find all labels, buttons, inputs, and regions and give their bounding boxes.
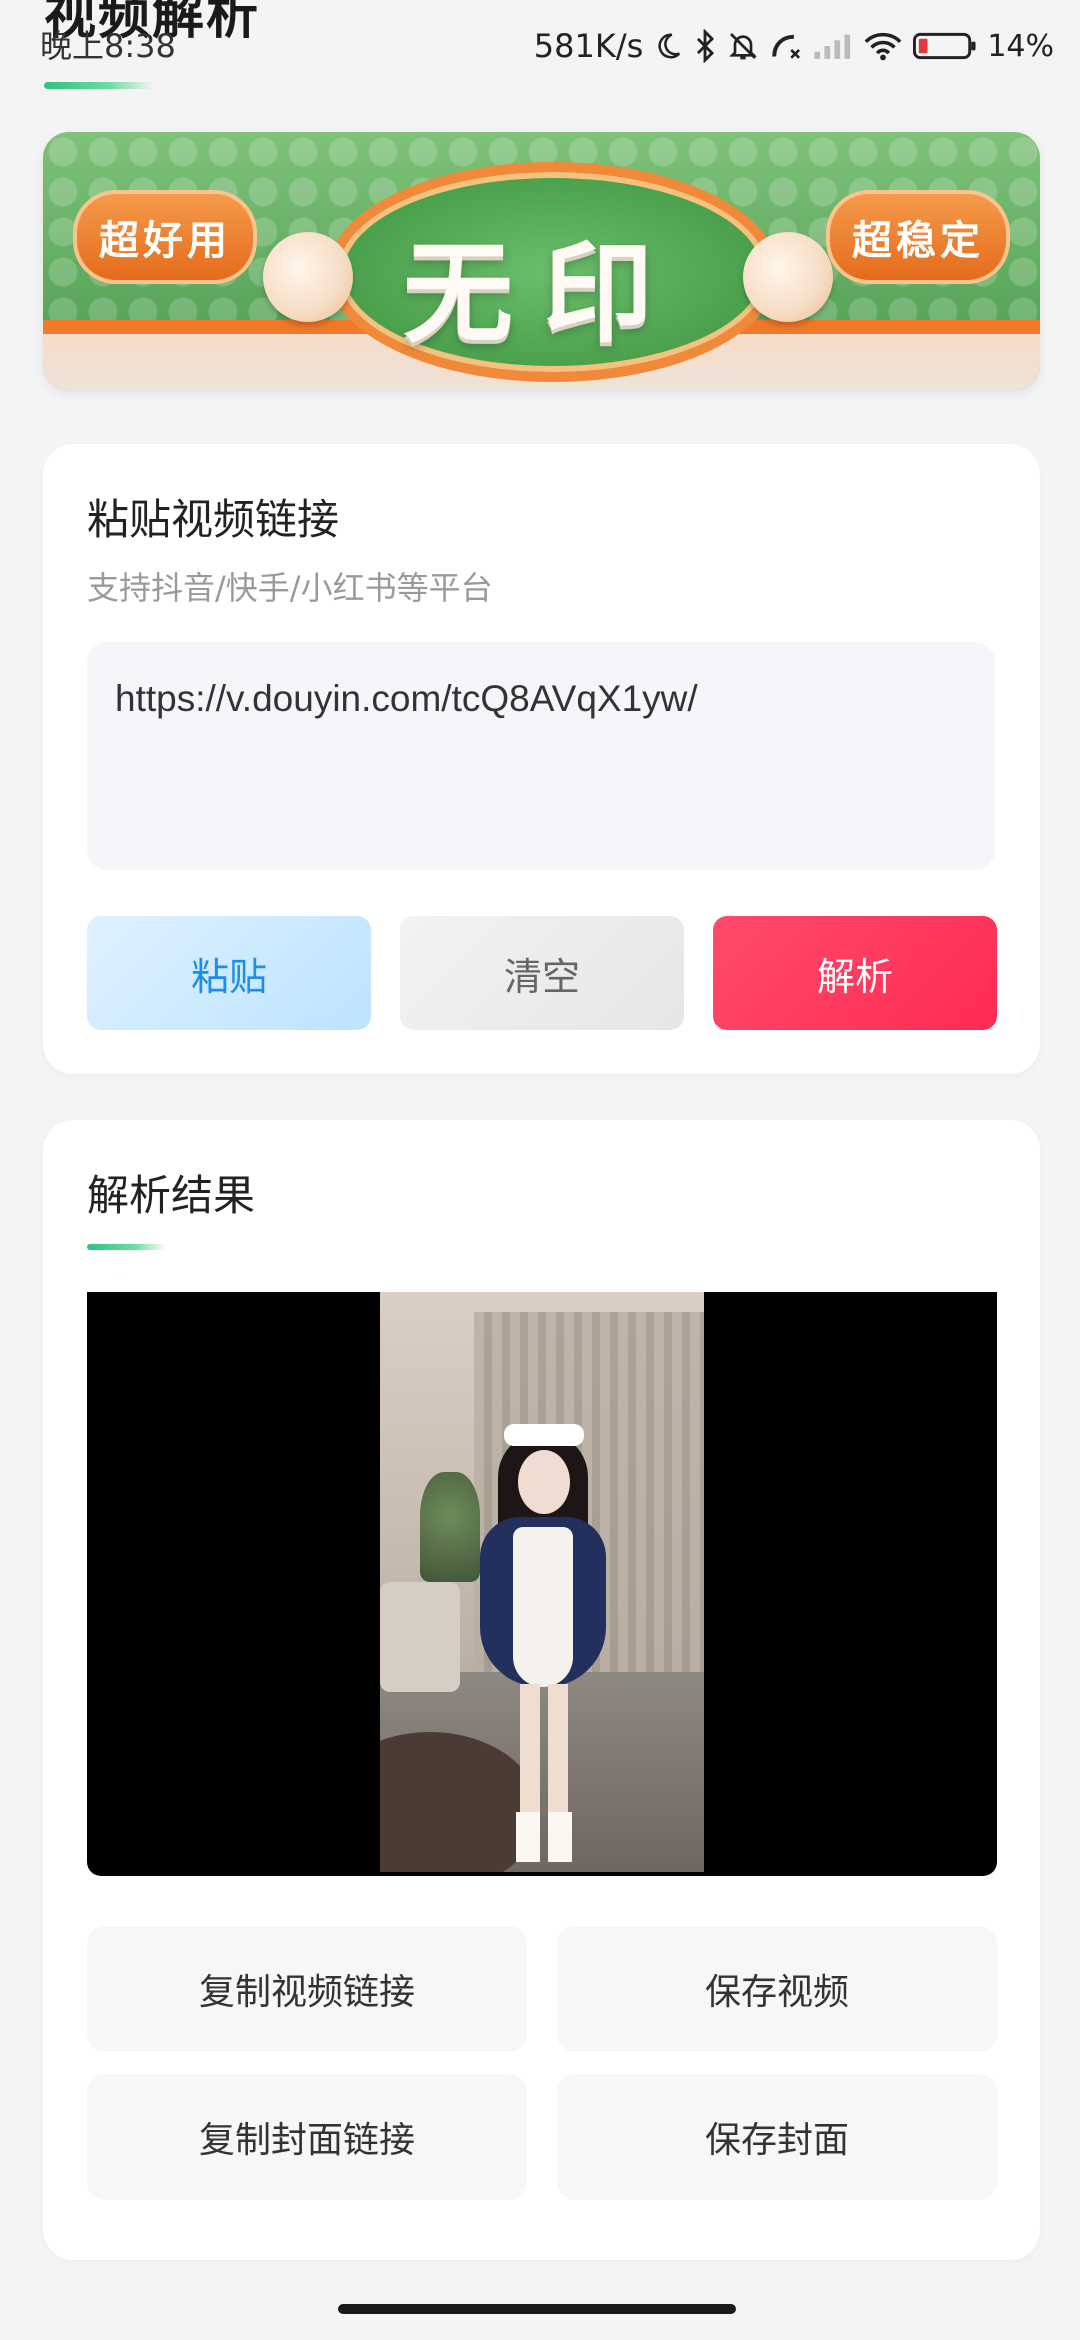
url-input-field[interactable]: https://v.douyin.com/tcQ8AVqX1yw/ [87,642,995,870]
status-time: 晚上8:38 [40,27,176,65]
result-card-title: 解析结果 [87,1171,256,1220]
status-icons: 581K/s 14% [534,22,1054,70]
battery-percent: 14% [987,28,1054,64]
copy-cover-link-button[interactable]: 复制封面链接 [87,2074,527,2200]
copy-video-link-button[interactable]: 复制视频链接 [87,1926,527,2052]
mute-bell-icon [727,30,759,62]
result-title-underline [87,1244,167,1250]
title-underline [44,82,154,89]
person-face [518,1450,570,1514]
link-input-card: 粘贴视频链接 支持抖音/快手/小红书等平台 https://v.douyin.c… [43,444,1040,1074]
input-card-title: 粘贴视频链接 [87,495,340,544]
paste-button[interactable]: 粘贴 [87,916,371,1030]
status-bar: 视频解析 晚上8:38 581K/s 14% [0,0,1080,90]
parse-button[interactable]: 解析 [713,916,997,1030]
video-frame [380,1292,704,1872]
network-speed: 581K/s [533,27,644,65]
save-cover-button[interactable]: 保存封面 [557,2074,997,2200]
url-input-value: https://v.douyin.com/tcQ8AVqX1yw/ [115,678,698,719]
signal-icon [813,31,853,61]
person-headband [504,1424,584,1446]
video-player[interactable] [87,1292,997,1876]
person-socks [516,1812,572,1862]
promo-banner[interactable]: 超好用 超稳定 无印 [43,132,1040,390]
call-blocked-icon [769,30,803,62]
battery-icon [913,31,977,61]
moon-icon [653,31,683,61]
bluetooth-icon [693,29,717,63]
video-plant [420,1472,480,1582]
person-apron [513,1527,573,1687]
banner-title: 无印 [403,230,683,358]
input-card-subtitle: 支持抖音/快手/小红书等平台 [87,569,493,607]
save-video-button[interactable]: 保存视频 [557,1926,997,2052]
home-indicator[interactable] [338,2304,736,2314]
result-card: 解析结果 复制视频链接 保存视频 复制封面链接 保存封面 [43,1120,1040,2260]
video-sofa [380,1582,460,1692]
clear-button[interactable]: 清空 [400,916,684,1030]
wifi-icon [863,30,903,62]
